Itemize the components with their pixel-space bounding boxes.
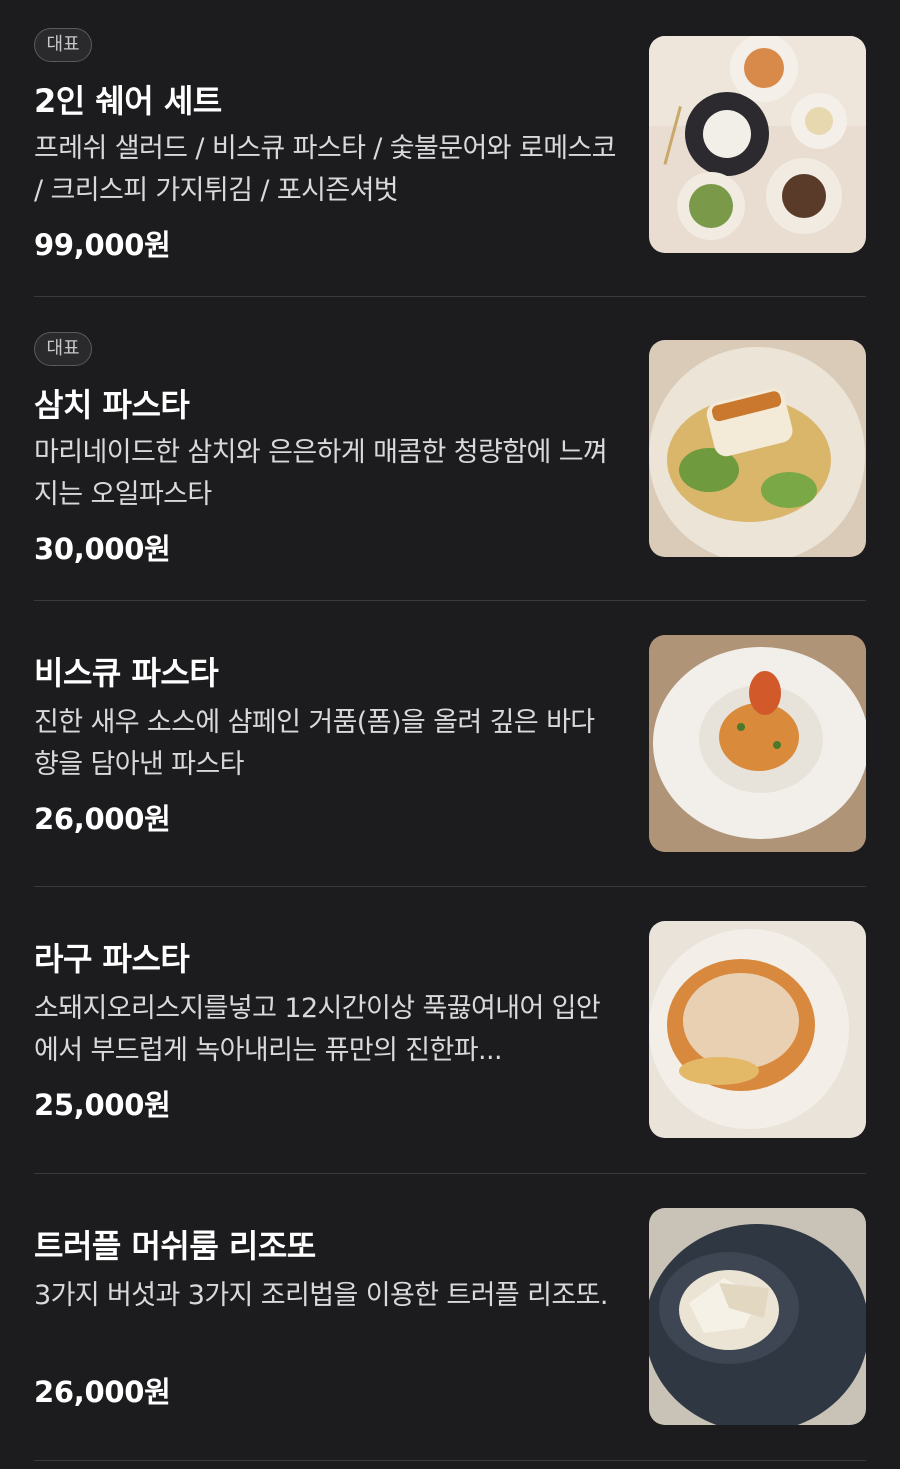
menu-item-name: 트러플 머쉬룸 리조또 — [34, 1227, 316, 1265]
menu-item-name: 라구 파스타 — [34, 940, 190, 978]
menu-divider — [34, 296, 866, 297]
menu-item-mackerel-pasta[interactable]: 대표 삼치 파스타 마리네이드한 삼치와 은은하게 매콤한 청량함에 느껴지는 … — [34, 332, 866, 568]
menu-item-description: 소돼지오리스지를넣고 12시간이상 푹끓여내어 입안에서 부드럽게 녹아내리는 … — [34, 993, 601, 1066]
menu-item-description: 3가지 버섯과 3가지 조리법을 이용한 트러플 리조또. — [34, 1280, 608, 1311]
menu-item-price: 25,000원 — [34, 1088, 171, 1122]
menu-item-share-set[interactable]: 대표 2인 쉐어 세트 프레쉬 샐러드 / 비스큐 파스타 / 숯불문어와 로메… — [34, 28, 866, 264]
menu-divider — [34, 1460, 866, 1461]
signature-badge: 대표 — [34, 28, 92, 62]
menu-item-price: 99,000원 — [34, 228, 171, 262]
menu-item-ragu-pasta[interactable]: 라구 파스타 소돼지오리스지를넣고 12시간이상 푹끓여내어 입안에서 부드럽게… — [34, 921, 866, 1142]
share-set-photo — [649, 36, 866, 253]
menu-item-bisque-pasta[interactable]: 비스큐 파스타 진한 새우 소스에 샴페인 거품(폼)을 올려 깊은 바다 향을… — [34, 635, 866, 856]
menu-item-price: 26,000원 — [34, 802, 171, 836]
menu-item-name: 비스큐 파스타 — [34, 654, 219, 692]
menu-item-description: 프레쉬 샐러드 / 비스큐 파스타 / 숯불문어와 로메스코 / 크리스피 가지… — [34, 133, 617, 206]
menu-item-description: 진한 새우 소스에 샴페인 거품(폼)을 올려 깊은 바다 향을 담아낸 파스타 — [34, 707, 595, 780]
bisque-pasta-photo — [649, 635, 866, 852]
menu-item-price: 26,000원 — [34, 1375, 171, 1409]
signature-badge: 대표 — [34, 332, 92, 366]
menu-divider — [34, 1173, 866, 1174]
menu-item-name: 삼치 파스타 — [34, 386, 190, 424]
menu-item-name: 2인 쉐어 세트 — [34, 82, 222, 120]
menu-item-description: 마리네이드한 삼치와 은은하게 매콤한 청량함에 느껴지는 오일파스타 — [34, 437, 608, 510]
menu-divider — [34, 886, 866, 887]
menu-divider — [34, 600, 866, 601]
truffle-risotto-photo — [649, 1208, 866, 1425]
menu-list: 대표 2인 쉐어 세트 프레쉬 샐러드 / 비스큐 파스타 / 숯불문어와 로메… — [0, 0, 900, 1469]
menu-item-truffle-risotto[interactable]: 트러플 머쉬룸 리조또 3가지 버섯과 3가지 조리법을 이용한 트러플 리조또… — [34, 1208, 866, 1429]
ragu-pasta-photo — [649, 921, 866, 1138]
mackerel-pasta-photo — [649, 340, 866, 557]
menu-item-price: 30,000원 — [34, 532, 171, 566]
